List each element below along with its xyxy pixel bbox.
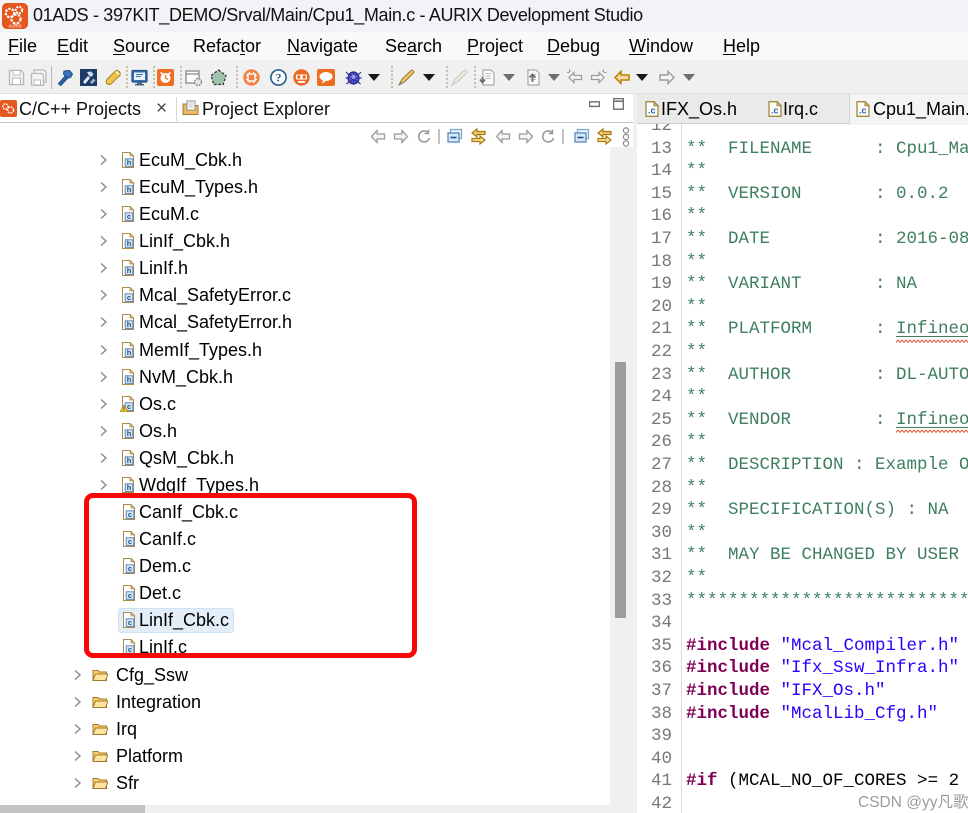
svg-text:c: c — [127, 402, 131, 411]
svg-text:c: c — [127, 294, 131, 303]
svg-text:h: h — [127, 158, 132, 167]
svg-text:h: h — [127, 267, 132, 276]
svg-text:?: ? — [276, 71, 282, 85]
svg-text:AURIX: AURIX — [8, 24, 21, 29]
svg-text:.c: .c — [648, 106, 656, 116]
svg-text:.c: .c — [771, 106, 779, 116]
svg-text:h: h — [127, 375, 132, 384]
svg-text:h: h — [127, 348, 132, 357]
svg-text:h: h — [127, 456, 132, 465]
svg-text:h: h — [127, 185, 132, 194]
svg-text:h: h — [127, 483, 132, 492]
svg-text:h: h — [127, 321, 132, 330]
svg-text:h: h — [127, 239, 132, 248]
svg-text:.c: .c — [859, 106, 867, 116]
svg-text:h: h — [127, 429, 132, 438]
svg-text:c: c — [127, 212, 131, 221]
